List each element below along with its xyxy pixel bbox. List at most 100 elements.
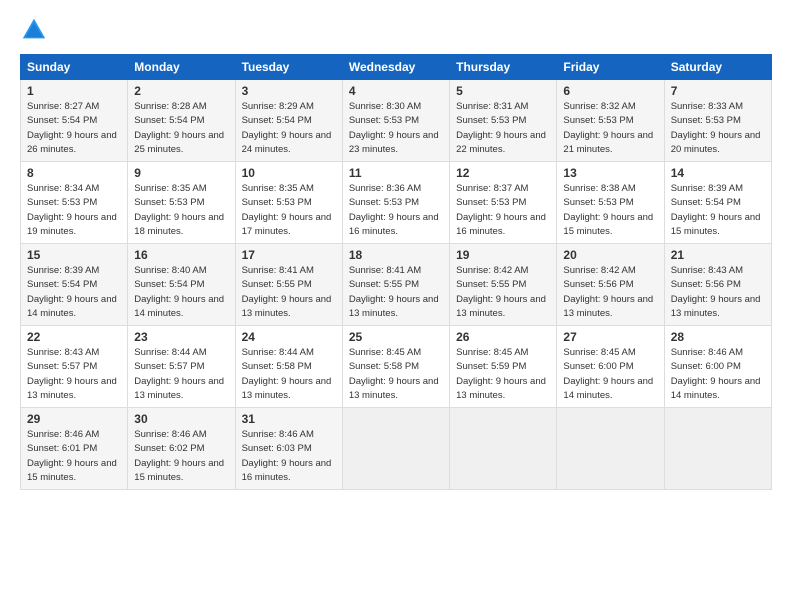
day-info: Sunrise: 8:39 AMSunset: 5:54 PMDaylight:…	[671, 182, 765, 239]
calendar-cell: 11Sunrise: 8:36 AMSunset: 5:53 PMDayligh…	[342, 162, 449, 244]
day-info: Sunrise: 8:33 AMSunset: 5:53 PMDaylight:…	[671, 100, 765, 157]
day-number: 28	[671, 330, 765, 344]
calendar-cell: 25 Sunrise: 8:45 AMSunset: 5:58 PMDayligh…	[342, 326, 449, 408]
weekday-header: Friday	[557, 55, 664, 80]
day-number: 13	[563, 166, 657, 180]
calendar-cell: 17 Sunrise: 8:41 AMSunset: 5:55 PMDayligh…	[235, 244, 342, 326]
calendar-week-row: 8 Sunrise: 8:34 AMSunset: 5:53 PMDaylight…	[21, 162, 772, 244]
day-number: 31	[242, 412, 336, 426]
day-info: Sunrise: 8:46 AMSunset: 6:00 PMDaylight:…	[671, 346, 765, 403]
day-info: Sunrise: 8:29 AMSunset: 5:54 PMDaylight:…	[242, 100, 336, 157]
day-info: Sunrise: 8:32 AMSunset: 5:53 PMDaylight:…	[563, 100, 657, 157]
calendar-cell: 7 Sunrise: 8:33 AMSunset: 5:53 PMDaylight…	[664, 80, 771, 162]
calendar-cell: 23Sunrise: 8:44 AMSunset: 5:57 PMDayligh…	[128, 326, 235, 408]
day-number: 23	[134, 330, 228, 344]
day-info: Sunrise: 8:42 AMSunset: 5:56 PMDaylight:…	[563, 264, 657, 321]
day-info: Sunrise: 8:37 AMSunset: 5:53 PMDaylight:…	[456, 182, 550, 239]
day-info: Sunrise: 8:45 AMSunset: 5:58 PMDaylight:…	[349, 346, 443, 403]
day-info: Sunrise: 8:41 AMSunset: 5:55 PMDaylight:…	[242, 264, 336, 321]
day-info: Sunrise: 8:31 AMSunset: 5:53 PMDaylight:…	[456, 100, 550, 157]
calendar-cell: 30Sunrise: 8:46 AMSunset: 6:02 PMDayligh…	[128, 408, 235, 490]
calendar-cell: 29 Sunrise: 8:46 AMSunset: 6:01 PMDayligh…	[21, 408, 128, 490]
day-info: Sunrise: 8:35 AMSunset: 5:53 PMDaylight:…	[242, 182, 336, 239]
calendar-cell: 6 Sunrise: 8:32 AMSunset: 5:53 PMDaylight…	[557, 80, 664, 162]
calendar-cell: 28 Sunrise: 8:46 AMSunset: 6:00 PMDayligh…	[664, 326, 771, 408]
day-number: 17	[242, 248, 336, 262]
calendar-cell: 16Sunrise: 8:40 AMSunset: 5:54 PMDayligh…	[128, 244, 235, 326]
day-number: 29	[27, 412, 121, 426]
calendar-cell: 24Sunrise: 8:44 AMSunset: 5:58 PMDayligh…	[235, 326, 342, 408]
day-info: Sunrise: 8:38 AMSunset: 5:53 PMDaylight:…	[563, 182, 657, 239]
calendar-cell	[557, 408, 664, 490]
day-info: Sunrise: 8:46 AMSunset: 6:01 PMDaylight:…	[27, 428, 121, 485]
day-number: 10	[242, 166, 336, 180]
header	[20, 16, 772, 44]
day-number: 8	[27, 166, 121, 180]
day-number: 19	[456, 248, 550, 262]
weekday-header: Wednesday	[342, 55, 449, 80]
logo	[20, 16, 52, 44]
day-info: Sunrise: 8:27 AMSunset: 5:54 PMDaylight:…	[27, 100, 121, 157]
day-number: 30	[134, 412, 228, 426]
calendar-cell: 18 Sunrise: 8:41 AMSunset: 5:55 PMDayligh…	[342, 244, 449, 326]
day-info: Sunrise: 8:39 AMSunset: 5:54 PMDaylight:…	[27, 264, 121, 321]
calendar-cell: 31 Sunrise: 8:46 AMSunset: 6:03 PMDayligh…	[235, 408, 342, 490]
day-number: 5	[456, 84, 550, 98]
day-number: 26	[456, 330, 550, 344]
calendar-cell: 3 Sunrise: 8:29 AMSunset: 5:54 PMDaylight…	[235, 80, 342, 162]
calendar-table: SundayMondayTuesdayWednesdayThursdayFrid…	[20, 54, 772, 490]
calendar-cell: 10 Sunrise: 8:35 AMSunset: 5:53 PMDayligh…	[235, 162, 342, 244]
day-info: Sunrise: 8:42 AMSunset: 5:55 PMDaylight:…	[456, 264, 550, 321]
day-info: Sunrise: 8:41 AMSunset: 5:55 PMDaylight:…	[349, 264, 443, 321]
calendar-cell: 27 Sunrise: 8:45 AMSunset: 6:00 PMDayligh…	[557, 326, 664, 408]
day-info: Sunrise: 8:28 AMSunset: 5:54 PMDaylight:…	[134, 100, 228, 157]
calendar-cell: 19 Sunrise: 8:42 AMSunset: 5:55 PMDayligh…	[450, 244, 557, 326]
day-info: Sunrise: 8:34 AMSunset: 5:53 PMDaylight:…	[27, 182, 121, 239]
weekday-header: Thursday	[450, 55, 557, 80]
day-number: 25	[349, 330, 443, 344]
day-number: 9	[134, 166, 228, 180]
calendar-cell: 20 Sunrise: 8:42 AMSunset: 5:56 PMDayligh…	[557, 244, 664, 326]
calendar-cell: 21 Sunrise: 8:43 AMSunset: 5:56 PMDayligh…	[664, 244, 771, 326]
day-info: Sunrise: 8:45 AMSunset: 6:00 PMDaylight:…	[563, 346, 657, 403]
day-number: 12	[456, 166, 550, 180]
day-number: 27	[563, 330, 657, 344]
day-number: 1	[27, 84, 121, 98]
calendar-week-row: 1 Sunrise: 8:27 AMSunset: 5:54 PMDaylight…	[21, 80, 772, 162]
weekday-header: Sunday	[21, 55, 128, 80]
calendar-cell: 22 Sunrise: 8:43 AMSunset: 5:57 PMDayligh…	[21, 326, 128, 408]
day-number: 14	[671, 166, 765, 180]
day-number: 16	[134, 248, 228, 262]
day-number: 18	[349, 248, 443, 262]
day-number: 6	[563, 84, 657, 98]
weekday-header: Monday	[128, 55, 235, 80]
day-number: 7	[671, 84, 765, 98]
day-number: 2	[134, 84, 228, 98]
calendar-cell: 5 Sunrise: 8:31 AMSunset: 5:53 PMDaylight…	[450, 80, 557, 162]
calendar-cell: 26 Sunrise: 8:45 AMSunset: 5:59 PMDayligh…	[450, 326, 557, 408]
calendar-week-row: 22 Sunrise: 8:43 AMSunset: 5:57 PMDayligh…	[21, 326, 772, 408]
weekday-header: Saturday	[664, 55, 771, 80]
day-info: Sunrise: 8:43 AMSunset: 5:56 PMDaylight:…	[671, 264, 765, 321]
day-info: Sunrise: 8:30 AMSunset: 5:53 PMDaylight:…	[349, 100, 443, 157]
calendar-week-row: 29 Sunrise: 8:46 AMSunset: 6:01 PMDayligh…	[21, 408, 772, 490]
calendar-cell: 8 Sunrise: 8:34 AMSunset: 5:53 PMDaylight…	[21, 162, 128, 244]
calendar-cell: 4Sunrise: 8:30 AMSunset: 5:53 PMDaylight…	[342, 80, 449, 162]
day-info: Sunrise: 8:45 AMSunset: 5:59 PMDaylight:…	[456, 346, 550, 403]
calendar-cell: 9 Sunrise: 8:35 AMSunset: 5:53 PMDaylight…	[128, 162, 235, 244]
day-info: Sunrise: 8:35 AMSunset: 5:53 PMDaylight:…	[134, 182, 228, 239]
calendar-week-row: 15Sunrise: 8:39 AMSunset: 5:54 PMDayligh…	[21, 244, 772, 326]
main-container: SundayMondayTuesdayWednesdayThursdayFrid…	[0, 0, 792, 500]
day-info: Sunrise: 8:43 AMSunset: 5:57 PMDaylight:…	[27, 346, 121, 403]
calendar-cell	[450, 408, 557, 490]
calendar-cell: 15Sunrise: 8:39 AMSunset: 5:54 PMDayligh…	[21, 244, 128, 326]
weekday-header: Tuesday	[235, 55, 342, 80]
day-number: 3	[242, 84, 336, 98]
day-number: 11	[349, 166, 443, 180]
day-info: Sunrise: 8:46 AMSunset: 6:03 PMDaylight:…	[242, 428, 336, 485]
day-number: 22	[27, 330, 121, 344]
calendar-cell	[342, 408, 449, 490]
day-number: 24	[242, 330, 336, 344]
day-number: 20	[563, 248, 657, 262]
day-number: 21	[671, 248, 765, 262]
